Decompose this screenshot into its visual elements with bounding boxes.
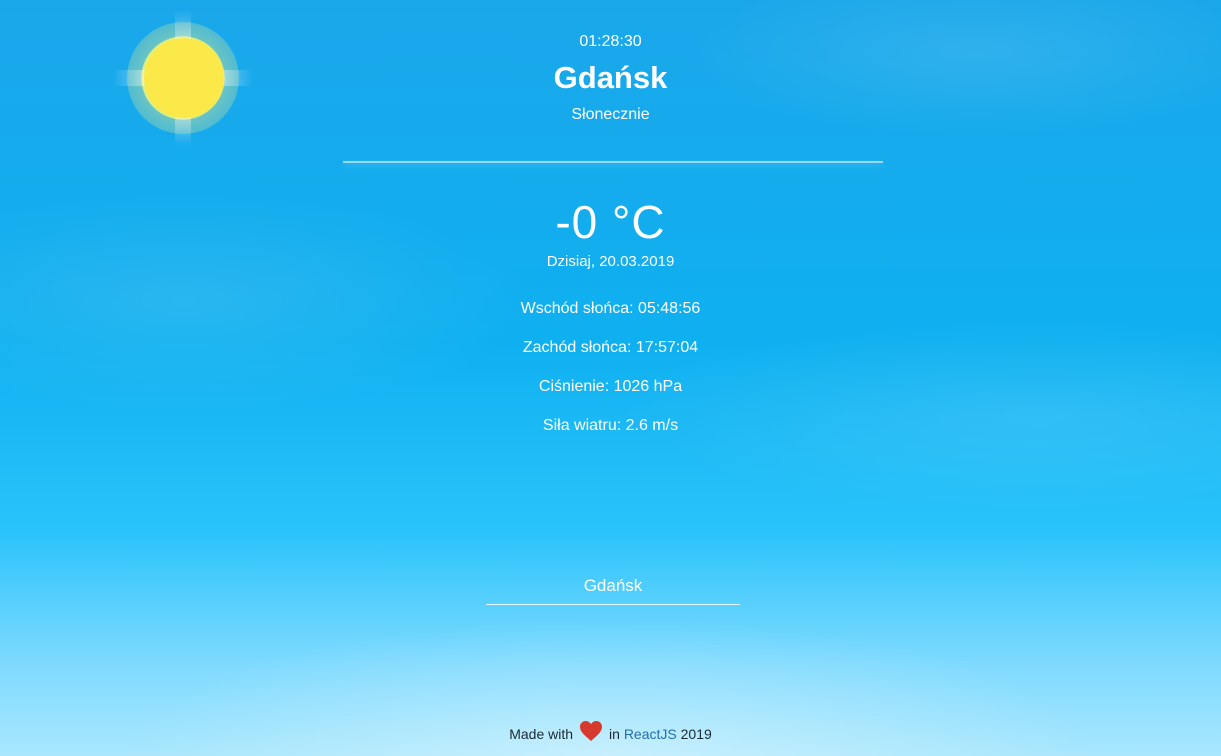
sunrise-info: Wschód słońca: 05:48:56: [520, 300, 701, 317]
current-date: Dzisiaj, 20.03.2019: [546, 253, 675, 270]
city-name: Gdańsk: [553, 60, 668, 95]
sunset-info: Zachód słońca: 17:57:04: [522, 339, 699, 356]
footer: Made with in ReactJS 2019: [0, 720, 1221, 745]
city-search-input[interactable]: [486, 568, 740, 605]
current-time: 01:28:30: [579, 33, 642, 50]
weather-description: Słonecznie: [571, 106, 650, 123]
divider: [343, 161, 883, 163]
reactjs-link[interactable]: ReactJS: [624, 726, 677, 742]
temperature: -0 °C: [555, 196, 666, 248]
footer-year: 2019: [680, 726, 712, 742]
footer-in: in: [609, 726, 620, 742]
heart-icon: [579, 720, 603, 745]
wind-info: Siła wiatru: 2.6 m/s: [542, 417, 679, 434]
pressure-info: Ciśnienie: 1026 hPa: [538, 378, 683, 395]
footer-made-with: Made with: [509, 726, 574, 742]
